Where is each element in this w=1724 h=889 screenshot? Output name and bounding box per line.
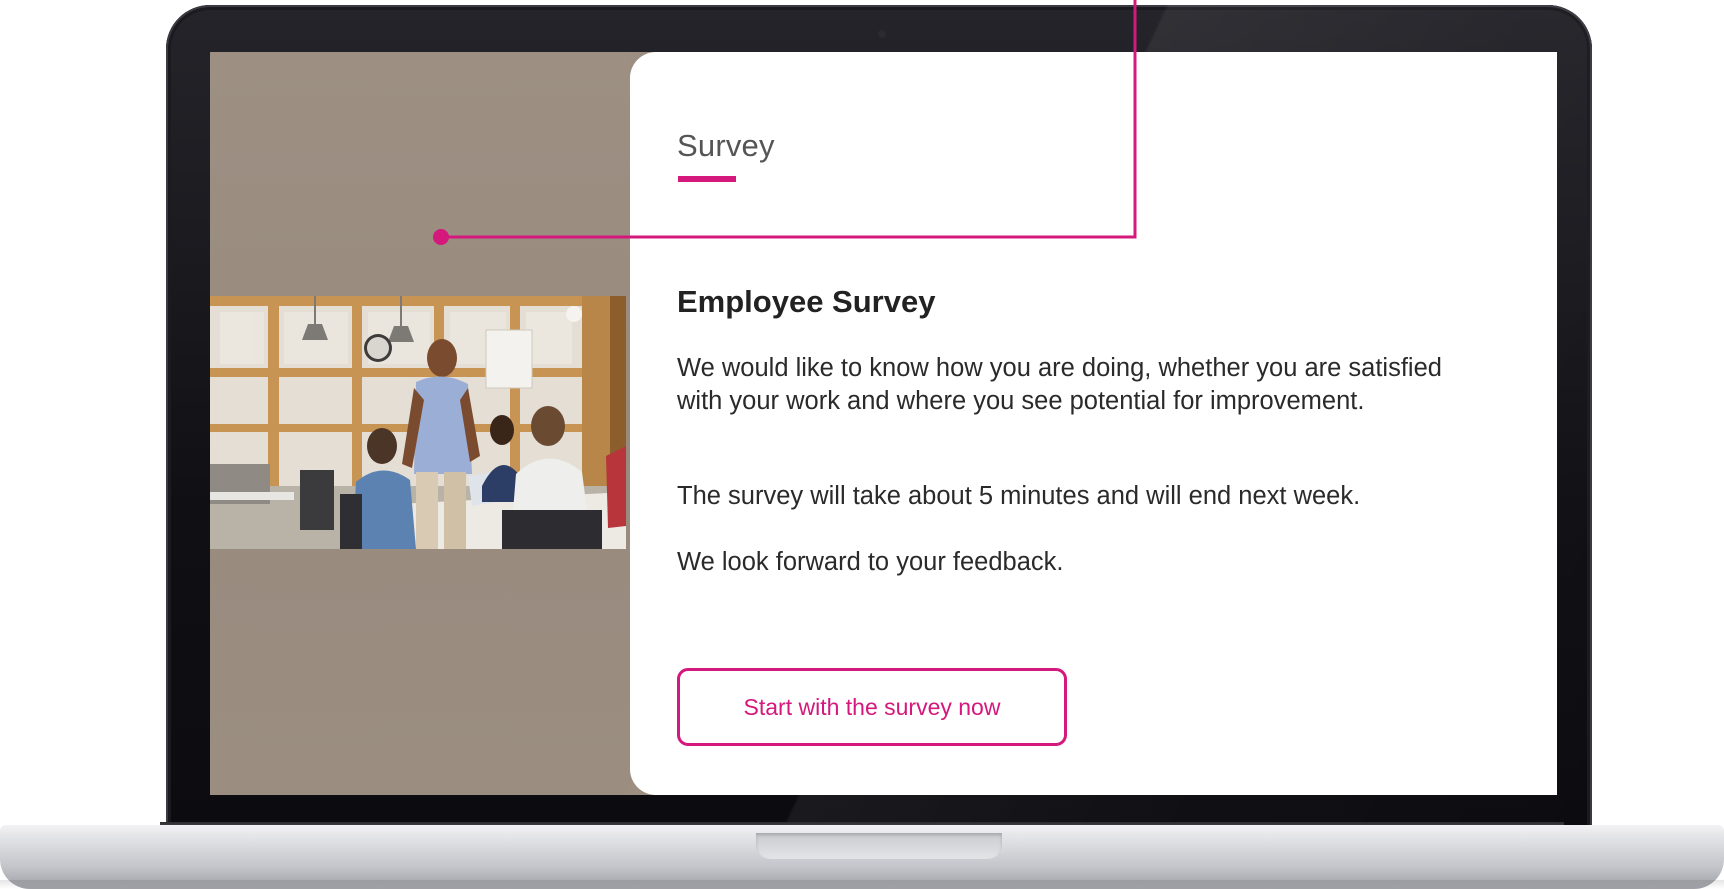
survey-card: Survey Employee Survey We would like to … xyxy=(630,52,1557,795)
image-panel xyxy=(210,52,630,795)
start-survey-button[interactable]: Start with the survey now xyxy=(677,668,1067,746)
closing-text: We look forward to your feedback. xyxy=(677,548,1064,576)
team-meeting-photo xyxy=(210,296,626,549)
page-title: Employee Survey xyxy=(677,284,936,319)
laptop-screen: Survey Employee Survey We would like to … xyxy=(210,52,1557,795)
duration-text: The survey will take about 5 minutes and… xyxy=(677,482,1361,510)
intro-text: We would like to know how you are doing,… xyxy=(677,354,1442,415)
laptop-mockup: Survey Employee Survey We would like to … xyxy=(0,0,1724,889)
section-label: Survey xyxy=(677,128,775,163)
accent-underline xyxy=(678,176,736,182)
laptop-notch xyxy=(756,833,1002,859)
base-shadow xyxy=(0,880,1724,889)
webcam-icon xyxy=(878,30,886,38)
